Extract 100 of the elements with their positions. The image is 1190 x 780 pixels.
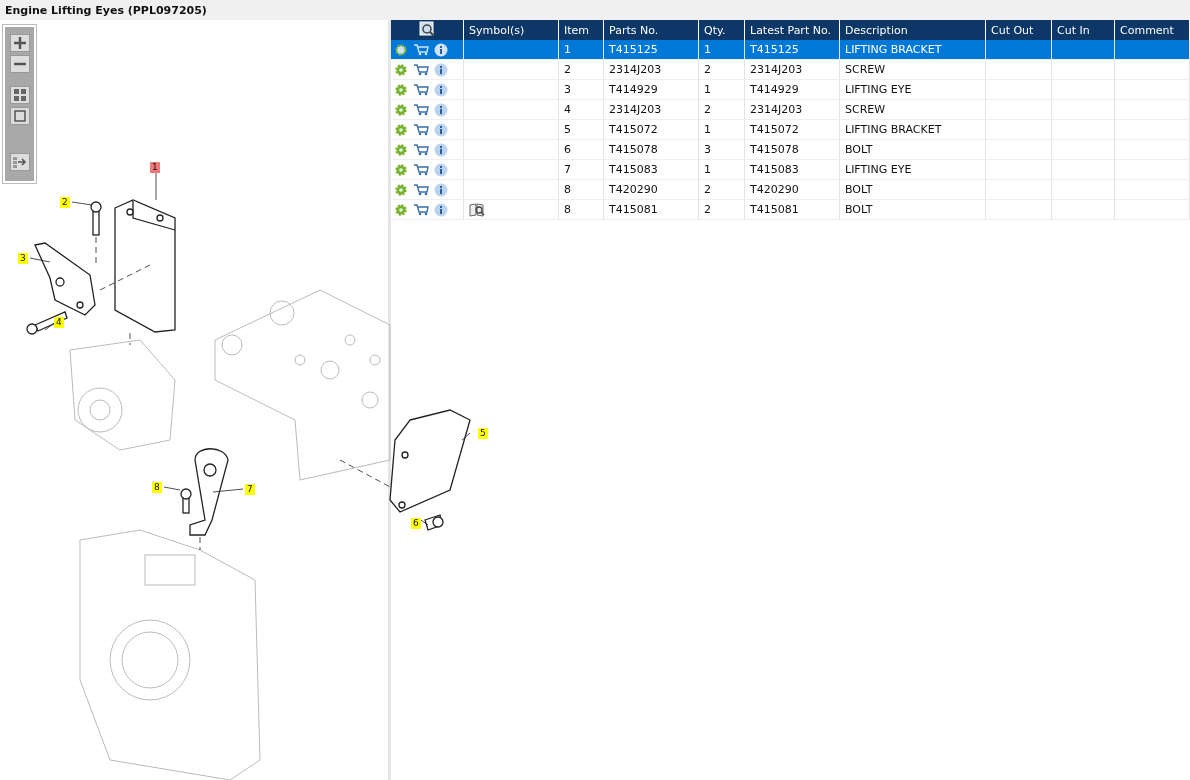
cart-icon[interactable] (412, 83, 429, 96)
leader-line (71, 201, 93, 206)
table-cell: T414929 (603, 79, 699, 100)
column-header[interactable]: Comment (1114, 20, 1190, 40)
info-icon[interactable] (434, 202, 448, 217)
cart-icon[interactable] (412, 63, 429, 76)
table-cell: 1 (698, 159, 745, 180)
book-magnifier-icon[interactable] (469, 202, 485, 217)
table-cell: 1 (698, 79, 745, 100)
gear-icon[interactable] (395, 123, 407, 136)
table-cell: 1 (698, 119, 745, 140)
export-button[interactable] (9, 153, 30, 171)
table-cell: T415072 (603, 119, 699, 140)
callout-label[interactable]: 4 (54, 317, 64, 328)
column-header[interactable]: Cut Out (985, 20, 1052, 40)
info-icon[interactable] (434, 62, 448, 77)
bolt-drawing (424, 514, 444, 531)
gear-icon[interactable] (395, 163, 407, 176)
gear-icon[interactable] (395, 83, 407, 96)
column-header[interactable]: Latest Part No. (744, 20, 840, 40)
cart-icon[interactable] (412, 203, 429, 216)
zoom-in-button[interactable] (9, 34, 30, 52)
column-header[interactable]: Parts No. (603, 20, 699, 40)
gear-icon[interactable] (395, 143, 407, 156)
leader-line (163, 486, 181, 491)
callout-label[interactable]: 3 (18, 253, 28, 264)
leader-line (155, 171, 157, 201)
column-header[interactable]: Item (558, 20, 604, 40)
cart-icon[interactable] (412, 103, 429, 116)
cart-icon[interactable] (412, 183, 429, 196)
table-cell: 8 (558, 199, 604, 220)
plus-icon (12, 36, 27, 50)
table-cell: 2 (698, 199, 745, 220)
table-cell: T415081 (744, 199, 840, 220)
leader-line (212, 488, 244, 493)
grid-icon (12, 88, 27, 102)
table-cell: T415072 (744, 119, 840, 140)
table-cell: 1 (558, 40, 604, 60)
table-cell: 2 (698, 99, 745, 120)
callout-label[interactable]: 1 (150, 162, 160, 173)
callout-label[interactable]: 8 (152, 482, 162, 493)
info-icon[interactable] (434, 122, 448, 137)
fit-view-button[interactable] (9, 86, 30, 104)
gear-icon[interactable] (395, 183, 407, 196)
table-cell: T415081 (603, 199, 699, 220)
callout-label[interactable]: 6 (411, 518, 421, 529)
zoom-out-button[interactable] (9, 55, 30, 73)
table-cell: 2 (558, 59, 604, 80)
column-header[interactable]: Description (839, 20, 986, 40)
column-header[interactable]: Qty. (698, 20, 745, 40)
table-cell: LIFTING EYE (839, 79, 986, 100)
cart-icon[interactable] (412, 143, 429, 156)
table-cell: T415125 (603, 40, 699, 60)
gear-icon[interactable] (395, 103, 407, 116)
column-header[interactable]: Symbol(s) (463, 20, 559, 40)
callout-label[interactable]: 2 (60, 197, 70, 208)
actual-size-button[interactable] (9, 107, 30, 125)
alignment-line (199, 536, 201, 551)
table-cell: T414929 (744, 79, 840, 100)
table-cell: 2 (698, 59, 745, 80)
table-cell: 2 (698, 179, 745, 200)
table-cell: 2314J203 (603, 59, 699, 80)
bolt-drawing (90, 201, 102, 236)
table-cell: T420290 (744, 179, 840, 200)
table-cell: 7 (558, 159, 604, 180)
square-icon (12, 109, 27, 123)
callout-label[interactable]: 7 (245, 484, 255, 495)
column-header[interactable]: Cut In (1051, 20, 1115, 40)
gear-icon[interactable] (395, 63, 407, 76)
info-icon[interactable] (434, 142, 448, 157)
info-icon[interactable] (434, 162, 448, 177)
table-cell: LIFTING EYE (839, 159, 986, 180)
leader-line (461, 432, 471, 441)
table-cell: T415078 (744, 139, 840, 160)
table-cell: 2314J203 (603, 99, 699, 120)
table-cell: 4 (558, 99, 604, 120)
arrow-right-icon (11, 155, 28, 169)
table-cell: 3 (698, 139, 745, 160)
table-cell: 2314J203 (744, 59, 840, 80)
info-icon[interactable] (434, 182, 448, 197)
info-icon[interactable] (434, 42, 448, 57)
info-icon[interactable] (434, 102, 448, 117)
cart-icon[interactable] (412, 43, 429, 56)
gear-icon[interactable] (395, 43, 407, 56)
info-icon[interactable] (434, 82, 448, 97)
table-cell: 2314J203 (744, 99, 840, 120)
callout-label[interactable]: 5 (478, 428, 488, 439)
table-cell: LIFTING BRACKET (839, 40, 986, 60)
table-cell: T415083 (744, 159, 840, 180)
bolt-drawing (180, 488, 192, 514)
gear-icon[interactable] (395, 203, 407, 216)
leader-line (29, 257, 51, 263)
cart-icon[interactable] (412, 163, 429, 176)
table-cell: 6 (558, 139, 604, 160)
cart-icon[interactable] (412, 123, 429, 136)
alignment-line (99, 264, 151, 291)
table-cell: SCREW (839, 99, 986, 120)
table-cell: 8 (558, 179, 604, 200)
table-cell: 1 (698, 40, 745, 60)
alignment-line (129, 332, 131, 346)
